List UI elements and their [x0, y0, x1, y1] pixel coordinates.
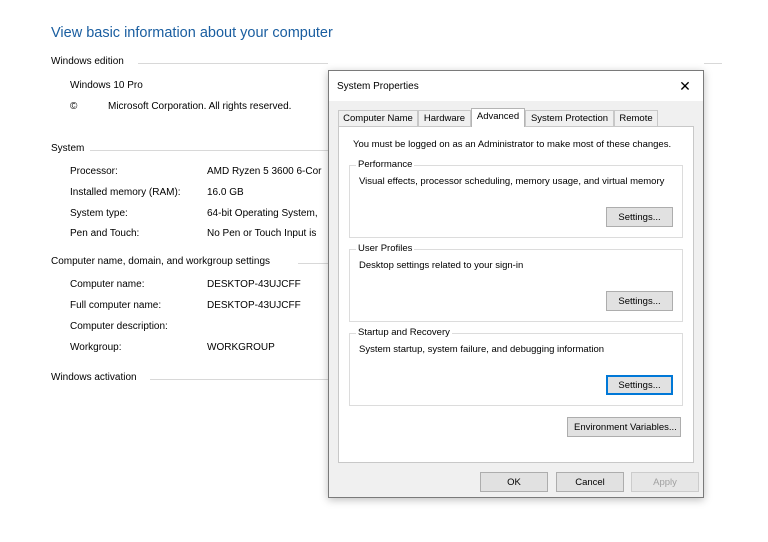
- row-value: AMD Ryzen 5 3600 6-Cor: [207, 166, 322, 177]
- ok-button[interactable]: OK: [480, 472, 548, 492]
- tab-system-protection[interactable]: System Protection: [525, 110, 614, 126]
- group-legend: Performance: [356, 159, 415, 170]
- close-icon[interactable]: ✕: [673, 75, 697, 97]
- row-value: 16.0 GB: [207, 187, 244, 198]
- startup-recovery-group: Startup and Recovery System startup, sys…: [349, 327, 683, 406]
- system-properties-dialog: System Properties ✕ Computer Name Hardwa…: [328, 70, 704, 498]
- advanced-tab-panel: You must be logged on as an Administrato…: [338, 126, 694, 463]
- performance-group: Performance Visual effects, processor sc…: [349, 159, 683, 238]
- copyright-text: Microsoft Corporation. All rights reserv…: [108, 101, 292, 112]
- row-label: Installed memory (RAM):: [70, 187, 181, 198]
- dialog-titlebar[interactable]: System Properties ✕: [329, 71, 703, 101]
- user-profiles-settings-button[interactable]: Settings...: [606, 291, 673, 311]
- row-value: 64-bit Operating System,: [207, 208, 318, 219]
- row-label: System type:: [70, 208, 128, 219]
- group-description: System startup, system failure, and debu…: [359, 344, 605, 355]
- windows-edition-header: Windows edition: [51, 56, 124, 67]
- tab-hardware[interactable]: Hardware: [418, 110, 471, 126]
- windows-activation-header: Windows activation: [51, 372, 137, 383]
- apply-button[interactable]: Apply: [631, 472, 699, 492]
- user-profiles-group: User Profiles Desktop settings related t…: [349, 243, 683, 322]
- windows-edition-name: Windows 10 Pro: [70, 80, 143, 91]
- row-value: WORKGROUP: [207, 342, 275, 353]
- computer-name-header: Computer name, domain, and workgroup set…: [51, 256, 271, 267]
- environment-variables-button[interactable]: Environment Variables...: [567, 417, 681, 437]
- row-label: Full computer name:: [70, 300, 162, 311]
- page-title: View basic information about your comput…: [51, 25, 333, 41]
- row-value: No Pen or Touch Input is: [207, 228, 317, 239]
- section-divider: [138, 63, 328, 64]
- group-legend: User Profiles: [356, 243, 415, 254]
- group-description: Visual effects, processor scheduling, me…: [359, 176, 665, 187]
- dialog-title: System Properties: [337, 81, 419, 92]
- row-label: Computer description:: [70, 321, 168, 332]
- row-label: Workgroup:: [70, 342, 122, 353]
- row-label: Computer name:: [70, 279, 145, 290]
- tab-advanced[interactable]: Advanced: [471, 108, 525, 127]
- row-value: DESKTOP-43UJCFF: [207, 300, 301, 311]
- tab-remote[interactable]: Remote: [614, 110, 658, 126]
- section-divider: [150, 379, 328, 380]
- group-legend: Startup and Recovery: [356, 327, 452, 338]
- section-divider: [704, 63, 722, 64]
- row-value: DESKTOP-43UJCFF: [207, 279, 301, 290]
- section-divider: [298, 263, 328, 264]
- group-description: Desktop settings related to your sign-in: [359, 260, 524, 271]
- section-divider: [90, 150, 328, 151]
- cancel-button[interactable]: Cancel: [556, 472, 624, 492]
- startup-recovery-settings-button[interactable]: Settings...: [606, 375, 673, 395]
- row-label: Processor:: [70, 166, 118, 177]
- copyright-symbol: ©: [70, 101, 78, 112]
- system-header: System: [51, 143, 85, 154]
- tab-computer-name[interactable]: Computer Name: [338, 110, 418, 126]
- performance-settings-button[interactable]: Settings...: [606, 207, 673, 227]
- row-label: Pen and Touch:: [70, 228, 140, 239]
- admin-notice: You must be logged on as an Administrato…: [353, 139, 672, 150]
